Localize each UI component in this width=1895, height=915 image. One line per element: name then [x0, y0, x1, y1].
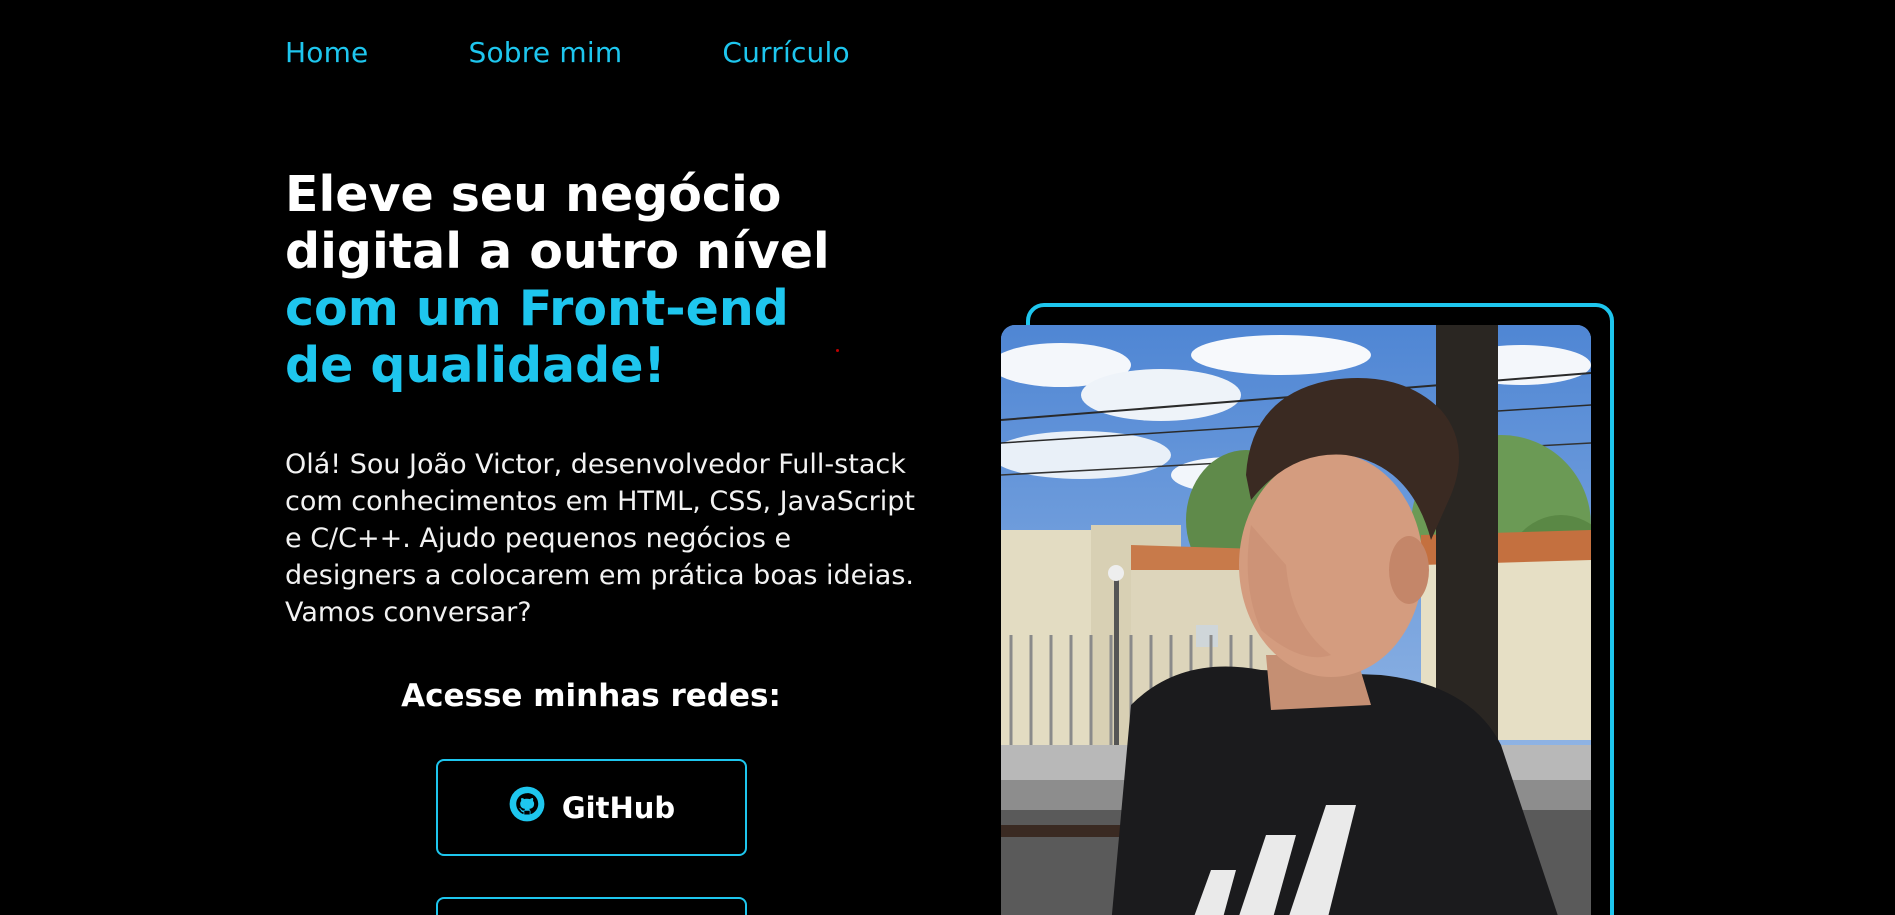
- headline-line-2: digital a outro nível: [285, 223, 830, 280]
- github-button-label: GitHub: [561, 790, 676, 825]
- second-social-button[interactable]: [436, 897, 747, 915]
- headline-accent-line-1: com um Front-end: [285, 280, 789, 337]
- nav-resume-link[interactable]: Currículo: [722, 36, 849, 69]
- social-title: Acesse minhas redes:: [401, 678, 781, 714]
- profile-photo: [1001, 325, 1591, 915]
- hero-headline: Eleve seu negócio digital a outro nível …: [285, 166, 925, 394]
- headline-accent-line-2: de qualidade!: [285, 337, 666, 394]
- nav-about-link[interactable]: Sobre mim: [469, 36, 623, 69]
- github-icon: [508, 785, 546, 830]
- nav-home-link[interactable]: Home: [285, 36, 369, 69]
- hero-intro-text: Olá! Sou João Victor, desenvolvedor Full…: [285, 449, 916, 628]
- github-button[interactable]: GitHub: [436, 759, 747, 856]
- main-nav: Home Sobre mim Currículo: [285, 36, 850, 69]
- page: Home Sobre mim Currículo Eleve seu negóc…: [0, 0, 1895, 915]
- headline-line-1: Eleve seu negócio: [285, 166, 782, 223]
- red-dot-artifact: [836, 349, 839, 352]
